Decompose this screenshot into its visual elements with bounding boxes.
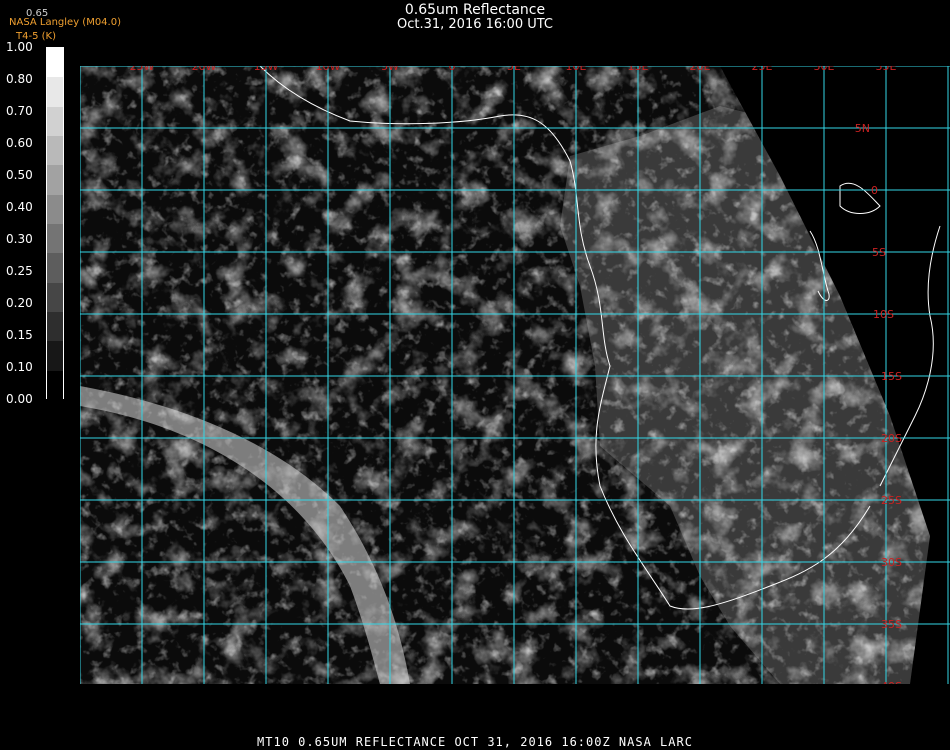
colorbar-label: 0.80 [6, 72, 33, 86]
colorbar [46, 47, 64, 400]
colorbar-segment [47, 370, 63, 400]
colorbar-segment [47, 194, 63, 224]
map-canvas: 25W 20W 15W 10W 5W 0 5E 10E 15E 20E 25E 30E 35E 5N 0 5S… [79, 60, 950, 693]
latitude-label: 30S [881, 556, 902, 569]
colorbar-segment [47, 48, 63, 78]
latitude-label: 20S [881, 432, 902, 445]
colorbar-label: 0.60 [6, 136, 33, 150]
longitude-label: 25W [130, 66, 155, 73]
longitude-label: 15E [628, 66, 649, 73]
colorbar-segment [47, 341, 63, 371]
colorbar-label: 0.30 [6, 232, 33, 246]
colorbar-label: 0.20 [6, 296, 33, 310]
longitude-label: 25E [752, 66, 773, 73]
latitude-label: 25S [881, 494, 902, 507]
colorbar-label: 0.25 [6, 264, 33, 278]
longitude-label: 0 [449, 66, 456, 73]
longitude-label: 15W [254, 66, 279, 73]
longitude-label: 20W [192, 66, 217, 73]
longitude-label: 10E [566, 66, 587, 73]
footer: MT10 0.65UM REFLECTANCE OCT 31, 2016 16:… [257, 735, 693, 749]
cloud-field-small [80, 66, 930, 684]
longitude-label: 20E [690, 66, 711, 73]
colorbar-label: 0.70 [6, 104, 33, 118]
colorbar-label: 0.50 [6, 168, 33, 182]
satellite-map: 25W 20W 15W 10W 5W 0 5E 10E 15E 20E 25E 30E 35E 5N 0 5S… [79, 60, 950, 693]
colorbar-segment [47, 165, 63, 195]
longitude-label: 10W [316, 66, 341, 73]
latitude-label: 35S [881, 618, 902, 631]
colorbar-segment [47, 312, 63, 342]
latitude-label: 15S [881, 370, 902, 383]
latitude-label: 0 [871, 184, 878, 197]
longitude-label: 30E [814, 66, 835, 73]
colorbar-segment [47, 253, 63, 283]
colorbar-label: 1.00 [6, 40, 33, 54]
latitude-label: 5S [872, 246, 886, 259]
longitude-label: 5E [507, 66, 521, 73]
colorbar-segment [47, 136, 63, 166]
latitude-label: 10S [873, 308, 894, 321]
colorbar-segment [47, 224, 63, 254]
longitude-label: 35E [876, 66, 897, 73]
latitude-label: 40S [881, 680, 902, 684]
colorbar-segment [47, 106, 63, 136]
colorbar-label: 0.00 [6, 392, 33, 406]
longitude-label: 5W [381, 66, 399, 73]
colorbar-label: 0.10 [6, 360, 33, 374]
title: 0.65um Reflectance [404, 2, 546, 18]
colorbar-segment [47, 282, 63, 312]
colorbar-segment [47, 77, 63, 107]
colorbar-label: 0.15 [6, 328, 33, 342]
latitude-label: 5N [855, 122, 870, 135]
datetime: Oct.31, 2016 16:00 UTC [397, 17, 553, 32]
colorbar-label: 0.40 [6, 200, 33, 214]
credit-line1: NASA Langley (M04.0) [9, 17, 121, 28]
